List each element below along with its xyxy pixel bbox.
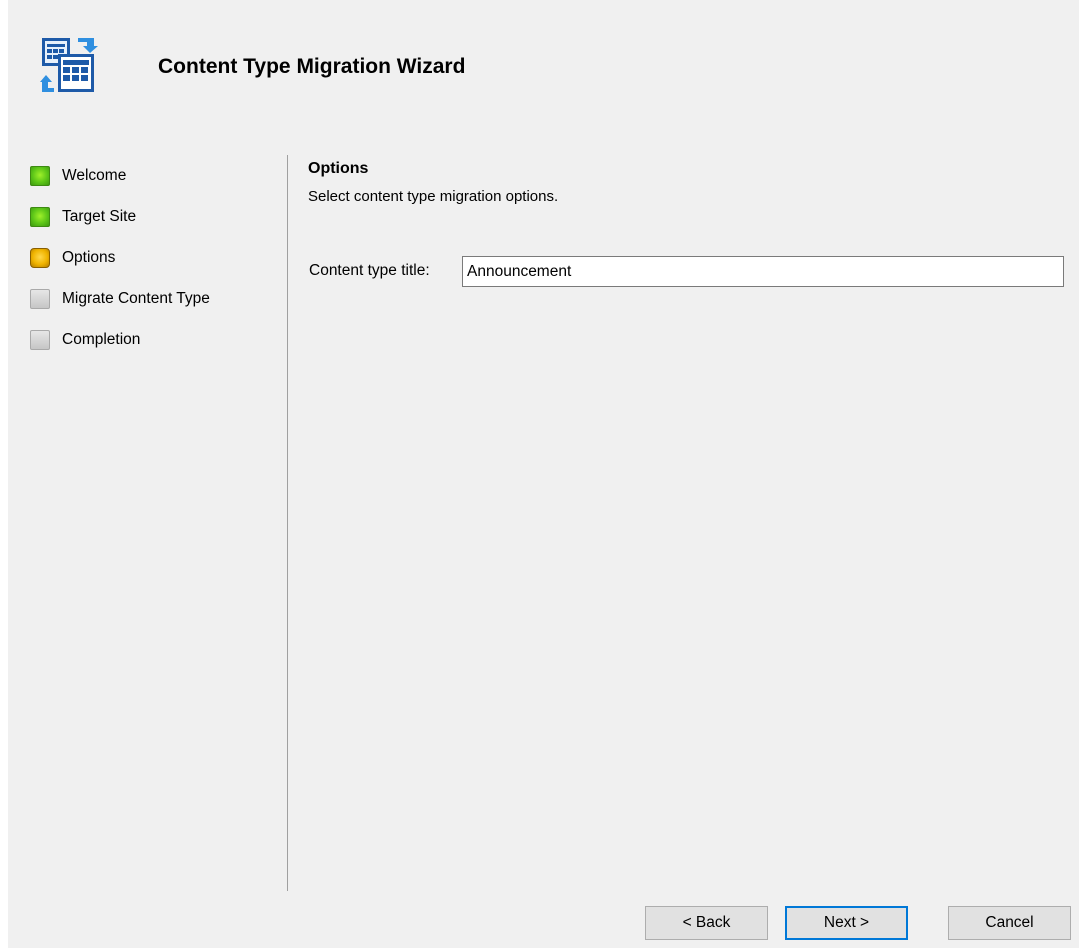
cancel-button[interactable]: Cancel [948, 906, 1071, 940]
content-type-title-label: Content type title: [309, 262, 430, 279]
step-current-indicator-icon [30, 248, 50, 268]
options-panel: Options Select content type migration op… [308, 160, 1068, 287]
step-pending-indicator-icon [30, 289, 50, 309]
section-description: Select content type migration options. [308, 188, 559, 205]
panel-divider [287, 155, 288, 891]
step-complete-indicator-icon [30, 207, 50, 227]
step-label: Target Site [62, 208, 137, 225]
back-button[interactable]: < Back [645, 906, 768, 940]
next-button[interactable]: Next > [785, 906, 908, 940]
step-label: Completion [62, 331, 141, 348]
wizard-steps: Welcome Target Site Options Migrate Cont… [30, 166, 285, 371]
step-label: Migrate Content Type [62, 290, 210, 307]
step-target-site: Target Site [30, 207, 285, 248]
step-complete-indicator-icon [30, 166, 50, 186]
wizard-title: Content Type Migration Wizard [158, 55, 466, 78]
step-migrate-content-type: Migrate Content Type [30, 289, 285, 330]
wizard-window: Content Type Migration Wizard Welcome Ta… [8, 0, 1079, 948]
content-type-title-input[interactable] [462, 256, 1064, 287]
step-label: Options [62, 249, 116, 266]
section-title: Options [308, 160, 369, 177]
step-label: Welcome [62, 167, 127, 184]
content-type-migration-icon [40, 38, 98, 92]
step-options: Options [30, 248, 285, 289]
step-pending-indicator-icon [30, 330, 50, 350]
step-completion: Completion [30, 330, 285, 371]
wizard-header: Content Type Migration Wizard [8, 0, 1079, 118]
step-welcome: Welcome [30, 166, 285, 207]
content-type-title-row: Content type title: [308, 256, 1068, 288]
